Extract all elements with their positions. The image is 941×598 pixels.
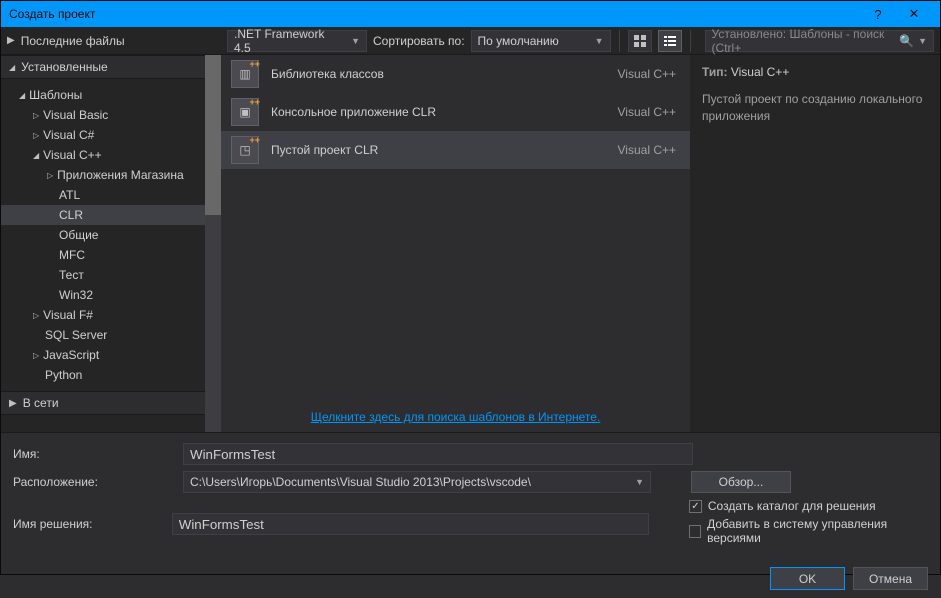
chevron-down-icon: ▼ [918,36,927,46]
console-app-icon: ▣++ [231,98,259,126]
template-lang: Visual C++ [618,67,676,81]
chevron-down-icon: ◢ [9,63,15,72]
checkbox-checked-icon: ✓ [689,500,702,513]
tree-store[interactable]: ▷Приложения Магазина [1,165,221,185]
details-panel: Тип: Visual C++ Пустой проект по создани… [690,55,940,432]
tree-clr[interactable]: CLR [1,205,221,225]
online-templates-link[interactable]: Щелкните здесь для поиска шаблонов в Инт… [311,410,601,424]
template-list: ▥++ Библиотека классов Visual C++ ▣++ Ко… [221,55,690,404]
tree-fs[interactable]: ▷Visual F# [1,305,221,325]
solution-input[interactable] [172,513,649,535]
tree-general[interactable]: Общие [1,225,221,245]
location-combo[interactable]: C:\Users\Игорь\Documents\Visual Studio 2… [183,471,651,493]
template-name: Библиотека классов [271,67,618,81]
search-placeholder: Установлено: Шаблоны - поиск (Ctrl+ [712,27,900,55]
cancel-button[interactable]: Отмена [853,567,928,590]
scrollbar[interactable] [205,55,221,432]
solution-label: Имя решения: [13,517,172,531]
create-dir-label: Создать каталог для решения [708,499,876,513]
template-lang: Visual C++ [618,143,676,157]
online-label: В сети [23,396,59,410]
tree-mfc[interactable]: MFC [1,245,221,265]
type-value: Visual C++ [731,65,789,79]
installed-label: Установленные [21,60,107,74]
create-dir-checkbox[interactable]: ✓ Создать каталог для решения [689,499,928,513]
class-library-icon: ▥++ [231,60,259,88]
tree-templates[interactable]: ◢Шаблоны [1,85,221,105]
chevron-down-icon: ▼ [341,36,360,46]
location-value: C:\Users\Игорь\Documents\Visual Studio 2… [190,475,531,489]
help-button[interactable]: ? [860,7,896,22]
recent-files-link[interactable]: Последние файлы [21,34,125,48]
name-label: Имя: [13,447,183,461]
tree-cs[interactable]: ▷Visual C# [1,125,221,145]
view-grid-button[interactable] [628,30,652,52]
chevron-right-icon: ▶ [9,398,17,409]
window-title: Создать проект [9,7,860,21]
sort-combo[interactable]: По умолчанию ▼ [471,30,611,52]
framework-value: .NET Framework 4.5 [234,27,341,55]
tree-test[interactable]: Тест [1,265,221,285]
template-row[interactable]: ▥++ Библиотека классов Visual C++ [221,55,690,93]
chevron-right-icon: ▶ [7,35,15,46]
tree-js[interactable]: ▷JavaScript [1,345,221,365]
online-section[interactable]: ▶ В сети [1,391,221,415]
tree-atl[interactable]: ATL [1,185,221,205]
sidebar: ◢ Установленные ◢Шаблоны ▷Visual Basic ▷… [1,55,221,432]
tree-win32[interactable]: Win32 [1,285,221,305]
template-row[interactable]: ▣++ Консольное приложение CLR Visual C++ [221,93,690,131]
view-list-button[interactable] [658,30,682,52]
ok-button[interactable]: OK [770,567,845,590]
search-icon: 🔍 [899,34,914,48]
chevron-down-icon: ▼ [635,477,644,487]
sort-label: Сортировать по: [373,34,465,48]
empty-project-icon: ◳++ [231,136,259,164]
framework-combo[interactable]: .NET Framework 4.5 ▼ [227,30,367,52]
scrollbar-thumb[interactable] [205,55,221,215]
template-row[interactable]: ◳++ Пустой проект CLR Visual C++ [221,131,690,169]
browse-button[interactable]: Обзор... [691,471,791,493]
tree-vb[interactable]: ▷Visual Basic [1,105,221,125]
location-label: Расположение: [13,475,183,489]
tree-python[interactable]: Python [1,365,221,385]
template-name: Консольное приложение CLR [271,105,618,119]
tree-cpp[interactable]: ◢Visual C++ [1,145,221,165]
chevron-down-icon: ▼ [585,36,604,46]
add-scm-label: Добавить в систему управления версиями [707,517,928,545]
template-name: Пустой проект CLR [271,143,618,157]
name-input[interactable] [183,443,693,465]
tree-sql[interactable]: SQL Server [1,325,221,345]
description: Пустой проект по созданию локального при… [702,91,928,125]
separator [690,30,691,52]
sort-value: По умолчанию [478,34,559,48]
search-input[interactable]: Установлено: Шаблоны - поиск (Ctrl+ 🔍 ▼ [705,30,934,52]
close-button[interactable]: ✕ [896,6,932,22]
installed-section[interactable]: ◢ Установленные [1,55,221,79]
add-scm-checkbox[interactable]: Добавить в систему управления версиями [689,517,928,545]
checkbox-unchecked-icon [689,525,701,538]
template-lang: Visual C++ [618,105,676,119]
type-label: Тип: [702,65,728,79]
separator [619,30,620,52]
